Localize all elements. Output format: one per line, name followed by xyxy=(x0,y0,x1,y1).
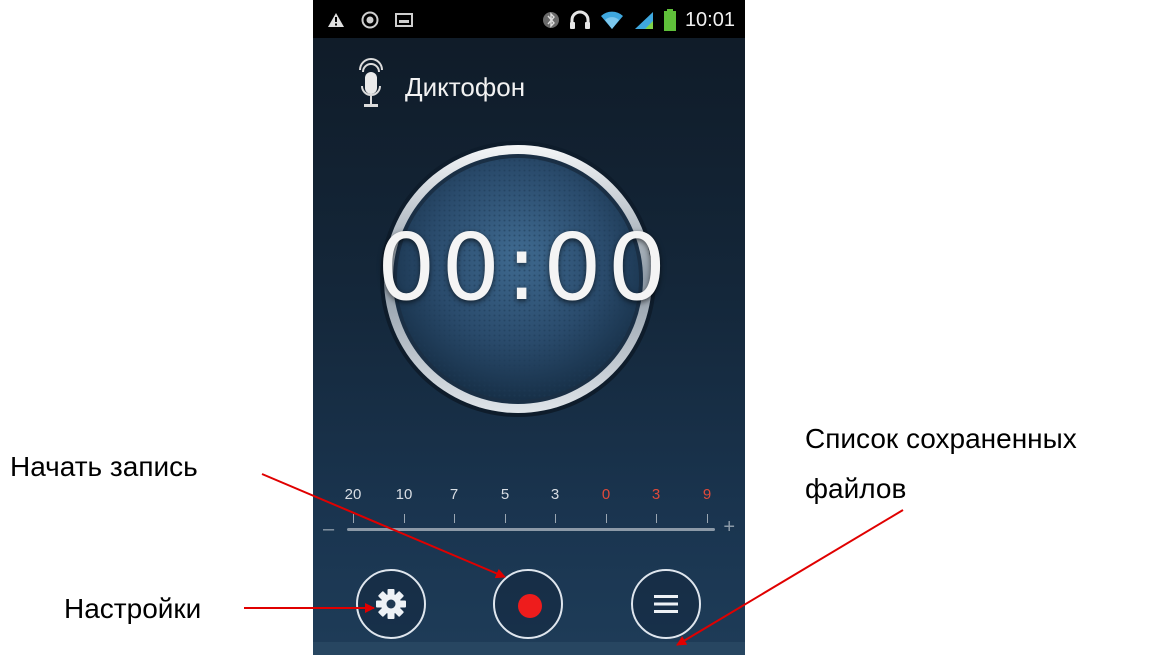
scale-label: 9 xyxy=(702,486,712,503)
clock: 10:01 xyxy=(684,8,735,31)
app-title: Диктофон xyxy=(405,72,526,102)
warning-icon xyxy=(328,13,344,27)
scale-tick xyxy=(656,514,657,523)
scale-tick xyxy=(353,514,354,523)
headphones-icon xyxy=(569,10,590,29)
annotation-settings: Настройки xyxy=(64,593,202,624)
annotation-saved-files-line2: файлов xyxy=(805,473,907,504)
annotation-start-record: Начать запись xyxy=(10,451,198,482)
timer-display: 00:00 xyxy=(377,214,673,321)
wifi-icon xyxy=(600,11,623,29)
cat-icon xyxy=(361,11,379,29)
scale-label: 3 xyxy=(651,486,661,503)
battery-icon xyxy=(663,9,676,31)
scale-tick xyxy=(454,514,455,523)
scale-label: 3 xyxy=(550,486,560,503)
scale-line xyxy=(347,528,715,531)
phone-screen: 10:01 Диктофон 00:00 20 10 7 5 3 0 3 9 –… xyxy=(313,0,745,655)
scale-plus: + xyxy=(723,516,735,538)
bottom-bar xyxy=(313,642,745,655)
scale-label: 20 xyxy=(344,486,362,503)
scale-tick xyxy=(404,514,405,523)
signal-icon xyxy=(634,12,653,29)
scale-label: 10 xyxy=(395,486,413,503)
scale-minus: – xyxy=(323,518,335,540)
app-bar: Диктофон xyxy=(313,58,745,118)
scale-tick xyxy=(606,514,607,523)
gear-icon xyxy=(376,589,406,619)
microphone-icon xyxy=(359,58,383,107)
annotation-saved-files-line1: Список сохраненных xyxy=(805,423,1077,454)
saved-files-button[interactable] xyxy=(631,569,701,639)
scale-tick xyxy=(505,514,506,523)
list-icon xyxy=(654,595,678,613)
status-bar: 10:01 xyxy=(313,0,745,38)
record-button[interactable] xyxy=(493,569,563,639)
bluetooth-icon xyxy=(542,12,559,28)
scale-label: 7 xyxy=(449,486,459,503)
scale-tick xyxy=(555,514,556,523)
record-icon xyxy=(518,594,542,618)
image-icon xyxy=(395,13,413,27)
scale-label: 5 xyxy=(500,486,510,503)
settings-button[interactable] xyxy=(356,569,426,639)
level-scale: 20 10 7 5 3 0 3 9 – + xyxy=(323,480,735,550)
scale-label: 0 xyxy=(601,486,611,503)
scale-tick xyxy=(707,514,708,523)
